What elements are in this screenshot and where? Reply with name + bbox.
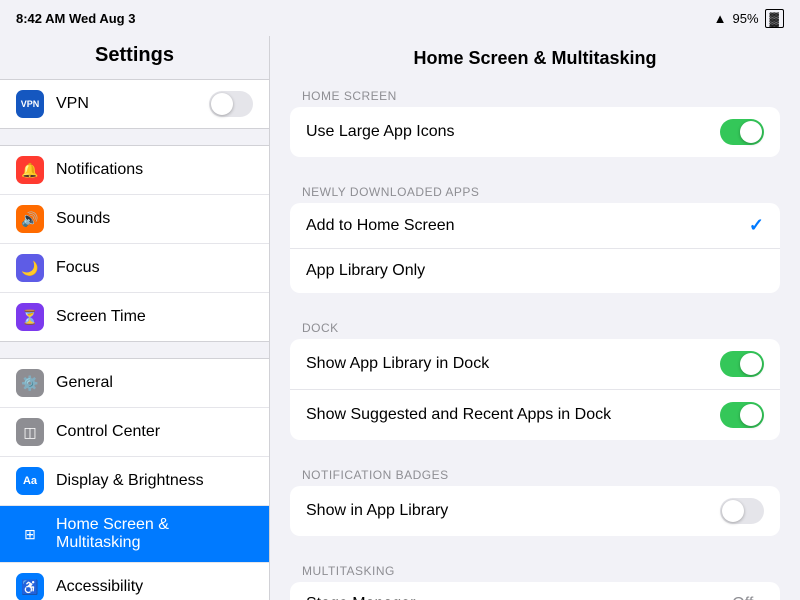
sidebar-section-1: 🔔 Notifications 🔊 Sounds 🌙 Focus ⏳ xyxy=(0,145,269,342)
vpn-row[interactable]: VPN VPN xyxy=(0,79,269,129)
battery-percent: 95% xyxy=(732,11,758,26)
row-label-stage-manager: Stage Manager xyxy=(306,595,732,600)
row-label-app-library-only: App Library Only xyxy=(306,262,764,280)
sounds-icon: 🔊 xyxy=(16,205,44,233)
status-time: 8:42 AM Wed Aug 3 xyxy=(16,11,135,26)
row-show-app-library-dock[interactable]: Show App Library in Dock xyxy=(290,339,780,390)
section-label-multitasking: MULTITASKING xyxy=(290,556,780,582)
vpn-icon-label: VPN xyxy=(21,99,40,109)
large-icons-toggle[interactable] xyxy=(720,119,764,145)
sidebar-item-label-focus: Focus xyxy=(56,259,100,277)
section-multitasking: MULTITASKING Stage Manager Off › Stage M… xyxy=(290,556,780,600)
section-content-multitasking: Stage Manager Off › xyxy=(290,582,780,600)
sidebar-section-2: ⚙️ General ◫ Control Center Aa Display &… xyxy=(0,358,269,600)
show-app-library-toggle[interactable] xyxy=(720,351,764,377)
row-show-suggested[interactable]: Show Suggested and Recent Apps in Dock xyxy=(290,390,780,440)
row-label-large-icons: Use Large App Icons xyxy=(306,123,720,141)
section-content-newly-downloaded: Add to Home Screen ✓ App Library Only xyxy=(290,203,780,293)
row-app-library-only[interactable]: App Library Only xyxy=(290,249,780,293)
sidebar-item-label-notifications: Notifications xyxy=(56,161,143,179)
section-label-dock: DOCK xyxy=(290,313,780,339)
row-show-in-app-library[interactable]: Show in App Library xyxy=(290,486,780,536)
sidebar-item-focus[interactable]: 🌙 Focus xyxy=(0,244,269,293)
section-label-home-screen: HOME SCREEN xyxy=(290,81,780,107)
wifi-icon: ▲ xyxy=(714,11,727,26)
section-label-notification-badges: NOTIFICATION BADGES xyxy=(290,460,780,486)
vpn-toggle[interactable] xyxy=(209,91,253,117)
row-label-show-suggested: Show Suggested and Recent Apps in Dock xyxy=(306,406,720,424)
stage-manager-value: Off xyxy=(732,595,753,600)
section-newly-downloaded: NEWLY DOWNLOADED APPS Add to Home Screen… xyxy=(290,177,780,293)
sidebar-item-label-general: General xyxy=(56,374,113,392)
main-layout: Settings VPN VPN 🔔 Notifications 🔊 Sound… xyxy=(0,36,800,600)
show-suggested-toggle[interactable] xyxy=(720,402,764,428)
sidebar-item-label-screen-time: Screen Time xyxy=(56,308,146,326)
sidebar-item-display-brightness[interactable]: Aa Display & Brightness xyxy=(0,457,269,506)
battery-icon: ▓ xyxy=(765,9,784,28)
section-content-dock: Show App Library in Dock Show Suggested … xyxy=(290,339,780,440)
sidebar-item-label-display-brightness: Display & Brightness xyxy=(56,472,204,490)
status-icons: ▲ 95% ▓ xyxy=(714,9,784,28)
sidebar-item-sounds[interactable]: 🔊 Sounds xyxy=(0,195,269,244)
general-icon: ⚙️ xyxy=(16,369,44,397)
accessibility-icon: ♿ xyxy=(16,573,44,600)
sidebar-item-home-screen[interactable]: ⊞ Home Screen & Multitasking xyxy=(0,506,269,563)
display-brightness-icon: Aa xyxy=(16,467,44,495)
section-home-screen: HOME SCREEN Use Large App Icons xyxy=(290,81,780,157)
focus-icon: 🌙 xyxy=(16,254,44,282)
row-label-show-app-library: Show App Library in Dock xyxy=(306,355,720,373)
home-screen-icon: ⊞ xyxy=(16,520,44,548)
row-label-show-in-app-library: Show in App Library xyxy=(306,502,720,520)
row-add-home-screen[interactable]: Add to Home Screen ✓ xyxy=(290,203,780,249)
sidebar-item-control-center[interactable]: ◫ Control Center xyxy=(0,408,269,457)
screen-time-icon: ⏳ xyxy=(16,303,44,331)
content-title: Home Screen & Multitasking xyxy=(270,36,800,81)
add-home-checkmark: ✓ xyxy=(749,215,764,236)
sidebar-item-notifications[interactable]: 🔔 Notifications xyxy=(0,146,269,195)
vpn-icon: VPN xyxy=(16,90,44,118)
section-label-newly-downloaded: NEWLY DOWNLOADED APPS xyxy=(290,177,780,203)
vpn-label: VPN xyxy=(56,95,209,113)
sidebar-item-screen-time[interactable]: ⏳ Screen Time xyxy=(0,293,269,341)
show-in-app-library-toggle[interactable] xyxy=(720,498,764,524)
row-large-icons[interactable]: Use Large App Icons xyxy=(290,107,780,157)
section-content-home-screen: Use Large App Icons xyxy=(290,107,780,157)
row-label-add-home: Add to Home Screen xyxy=(306,217,749,235)
content: Home Screen & Multitasking HOME SCREEN U… xyxy=(270,36,800,600)
row-stage-manager[interactable]: Stage Manager Off › xyxy=(290,582,780,600)
sidebar-item-general[interactable]: ⚙️ General xyxy=(0,359,269,408)
notifications-icon: 🔔 xyxy=(16,156,44,184)
sidebar: Settings VPN VPN 🔔 Notifications 🔊 Sound… xyxy=(0,36,270,600)
sidebar-item-label-accessibility: Accessibility xyxy=(56,578,143,596)
control-center-icon: ◫ xyxy=(16,418,44,446)
sidebar-item-label-home-screen: Home Screen & Multitasking xyxy=(56,516,253,552)
section-dock: DOCK Show App Library in Dock Show Sugge… xyxy=(290,313,780,440)
stage-manager-chevron: › xyxy=(759,596,764,600)
section-notification-badges: NOTIFICATION BADGES Show in App Library xyxy=(290,460,780,536)
sidebar-title: Settings xyxy=(0,36,269,79)
status-bar: 8:42 AM Wed Aug 3 ▲ 95% ▓ xyxy=(0,0,800,36)
section-content-notification-badges: Show in App Library xyxy=(290,486,780,536)
sidebar-item-label-sounds: Sounds xyxy=(56,210,110,228)
sidebar-item-accessibility[interactable]: ♿ Accessibility xyxy=(0,563,269,600)
sidebar-item-label-control-center: Control Center xyxy=(56,423,160,441)
